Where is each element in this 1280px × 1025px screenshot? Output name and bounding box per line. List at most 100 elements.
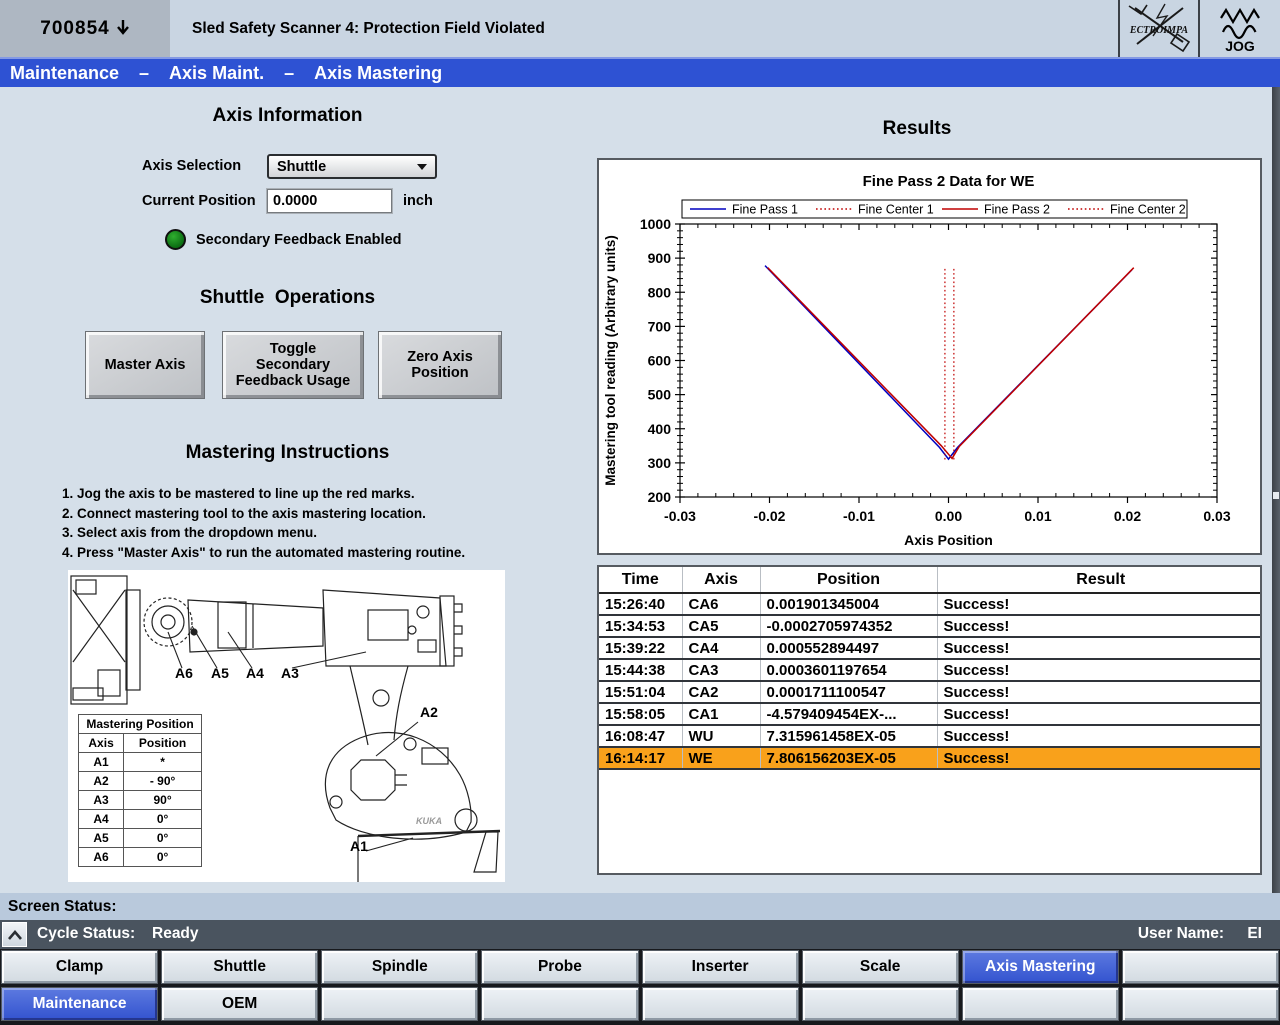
mastering-table-title: Mastering Position	[79, 715, 202, 734]
program-id-box[interactable]: 700854	[0, 0, 170, 57]
results-table-cell: WE	[682, 747, 760, 769]
nav-empty-button[interactable]	[642, 987, 799, 1021]
axis-selection-dropdown[interactable]: Shuttle	[267, 154, 437, 179]
nav-empty-button[interactable]	[1122, 987, 1279, 1021]
secondary-feedback-label: Secondary Feedback Enabled	[196, 232, 402, 248]
svg-text:0.01: 0.01	[1024, 508, 1051, 524]
results-table-cell: 0.000552894497	[760, 637, 937, 659]
nav-empty-button[interactable]	[962, 987, 1119, 1021]
results-table-cell: CA4	[682, 637, 760, 659]
mastering-table-row: A50°	[79, 829, 202, 848]
results-table-cell: 16:08:47	[599, 725, 682, 747]
svg-text:Mastering tool reading (Arbitr: Mastering tool reading (Arbitrary units)	[603, 235, 618, 486]
svg-text:1000: 1000	[640, 216, 671, 232]
mastering-table-cell: *	[124, 753, 202, 772]
toggle-secondary-feedback-button[interactable]: Toggle Secondary Feedback Usage	[222, 331, 364, 399]
results-table-cell: 7.806156203EX-05	[760, 747, 937, 769]
svg-text:Fine Pass 1: Fine Pass 1	[732, 203, 798, 217]
zero-axis-position-button[interactable]: Zero Axis Position	[378, 331, 502, 399]
svg-text:0.00: 0.00	[935, 508, 962, 524]
svg-text:Fine Pass 2 Data for WE: Fine Pass 2 Data for WE	[863, 173, 1035, 190]
results-table-row[interactable]: 16:08:47WU7.315961458EX-05Success!	[599, 725, 1262, 747]
cycle-status-value: Ready	[152, 925, 199, 943]
nav-empty-button[interactable]	[802, 987, 959, 1021]
cycle-status-label: Cycle Status:	[37, 925, 135, 943]
right-scrollbar[interactable]	[1272, 87, 1280, 893]
mastering-table-header: Position	[124, 734, 202, 753]
kuka-brand-text: KUKA	[416, 816, 442, 826]
results-table-cell: 15:58:05	[599, 703, 682, 725]
results-table-cell: 7.315961458EX-05	[760, 725, 937, 747]
shuttle-operations-title: Shuttle Operations	[100, 287, 475, 309]
results-table-cell: Success!	[937, 725, 1262, 747]
nav-empty-button[interactable]	[321, 987, 478, 1021]
current-position-input[interactable]	[267, 189, 392, 213]
mastering-table-cell: A2	[79, 772, 124, 791]
svg-text:800: 800	[648, 284, 672, 300]
mastering-table-cell: A5	[79, 829, 124, 848]
nav-scale-button[interactable]: Scale	[802, 950, 959, 984]
results-table-cell: 0.001901345004	[760, 593, 937, 615]
breadcrumb-maintenance[interactable]: Maintenance	[10, 63, 119, 84]
nav-maintenance-button[interactable]: Maintenance	[1, 987, 158, 1021]
nav-shuttle-button[interactable]: Shuttle	[161, 950, 318, 984]
mastering-table-cell: 0°	[124, 848, 202, 867]
results-table-row[interactable]: 16:14:17WE7.806156203EX-05Success!	[599, 747, 1262, 769]
nav-clamp-button[interactable]: Clamp	[1, 950, 158, 984]
screen-status-label: Screen Status:	[8, 898, 117, 916]
results-table: TimeAxisPositionResult15:26:40CA60.00190…	[599, 567, 1262, 770]
results-table-row[interactable]: 15:39:22CA40.000552894497Success!	[599, 637, 1262, 659]
jog-mode-button[interactable]: JOG	[1198, 0, 1280, 57]
mastering-table-row: A40°	[79, 810, 202, 829]
nav-empty-button[interactable]	[481, 987, 638, 1021]
cycle-status-bar: Cycle Status: Ready User Name: EI	[0, 920, 1280, 949]
breadcrumb: Maintenance – Axis Maint. – Axis Masteri…	[0, 57, 1280, 87]
nav-axis-mastering-button[interactable]: Axis Mastering	[962, 950, 1119, 984]
master-axis-button[interactable]: Master Axis	[85, 331, 205, 399]
results-table-row[interactable]: 15:44:38CA30.0003601197654Success!	[599, 659, 1262, 681]
results-table-row[interactable]: 15:34:53CA5-0.0002705974352Success!	[599, 615, 1262, 637]
hmi-screen: 700854 Sled Safety Scanner 4: Protection…	[0, 0, 1280, 1025]
results-table-row[interactable]: 15:26:40CA60.001901345004Success!	[599, 593, 1262, 615]
results-table-row[interactable]: 15:58:05CA1-4.579409454EX-...Success!	[599, 703, 1262, 725]
mastering-position-table: Mastering PositionAxisPositionA1*A2- 90°…	[78, 714, 202, 867]
svg-text:900: 900	[648, 250, 672, 266]
instruction-step-4: 4. Press "Master Axis" to run the automa…	[62, 543, 542, 563]
results-table-cell: CA3	[682, 659, 760, 681]
results-table-cell: 15:34:53	[599, 615, 682, 637]
results-table-cell: 0.0001711100547	[760, 681, 937, 703]
scrollbar-handle[interactable]	[1273, 492, 1279, 499]
breadcrumb-axis-mastering[interactable]: Axis Mastering	[314, 63, 442, 84]
axis-label-a1: A1	[350, 838, 368, 854]
breadcrumb-separator: –	[284, 63, 294, 84]
position-unit-label: inch	[403, 193, 433, 209]
nav-inserter-button[interactable]: Inserter	[642, 950, 799, 984]
nav-empty-button[interactable]	[1122, 950, 1279, 984]
svg-text:500: 500	[648, 387, 672, 403]
jog-icon	[1215, 6, 1265, 40]
results-table-row[interactable]: 15:51:04CA20.0001711100547Success!	[599, 681, 1262, 703]
user-name-label: User Name:	[1138, 925, 1224, 943]
axis-label-a3: A3	[281, 665, 299, 681]
mastering-table-row: A390°	[79, 791, 202, 810]
mastering-table-cell: A6	[79, 848, 124, 867]
axis-label-a4: A4	[246, 665, 264, 681]
mastering-table-row: A60°	[79, 848, 202, 867]
results-table-cell: Success!	[937, 637, 1262, 659]
mastering-table-row: A2- 90°	[79, 772, 202, 791]
instruction-step-1: 1. Jog the axis to be mastered to line u…	[62, 484, 542, 504]
results-table-cell: 0.0003601197654	[760, 659, 937, 681]
axis-label-a5: A5	[211, 665, 229, 681]
breadcrumb-axis-maint[interactable]: Axis Maint.	[169, 63, 264, 84]
results-chart: Fine Pass 2 Data for WEFine Pass 1Fine C…	[597, 158, 1262, 555]
electroimpact-logo-button[interactable]: ECTROIMPA	[1118, 0, 1198, 57]
results-table-panel: TimeAxisPositionResult15:26:40CA60.00190…	[597, 565, 1262, 875]
nav-spindle-button[interactable]: Spindle	[321, 950, 478, 984]
user-name-value: EI	[1247, 925, 1262, 943]
nav-oem-button[interactable]: OEM	[161, 987, 318, 1021]
nav-probe-button[interactable]: Probe	[481, 950, 638, 984]
svg-text:300: 300	[648, 455, 672, 471]
collapse-panel-button[interactable]	[2, 922, 27, 947]
chevron-up-icon	[8, 930, 22, 940]
instruction-step-3: 3. Select axis from the dropdown menu.	[62, 523, 542, 543]
